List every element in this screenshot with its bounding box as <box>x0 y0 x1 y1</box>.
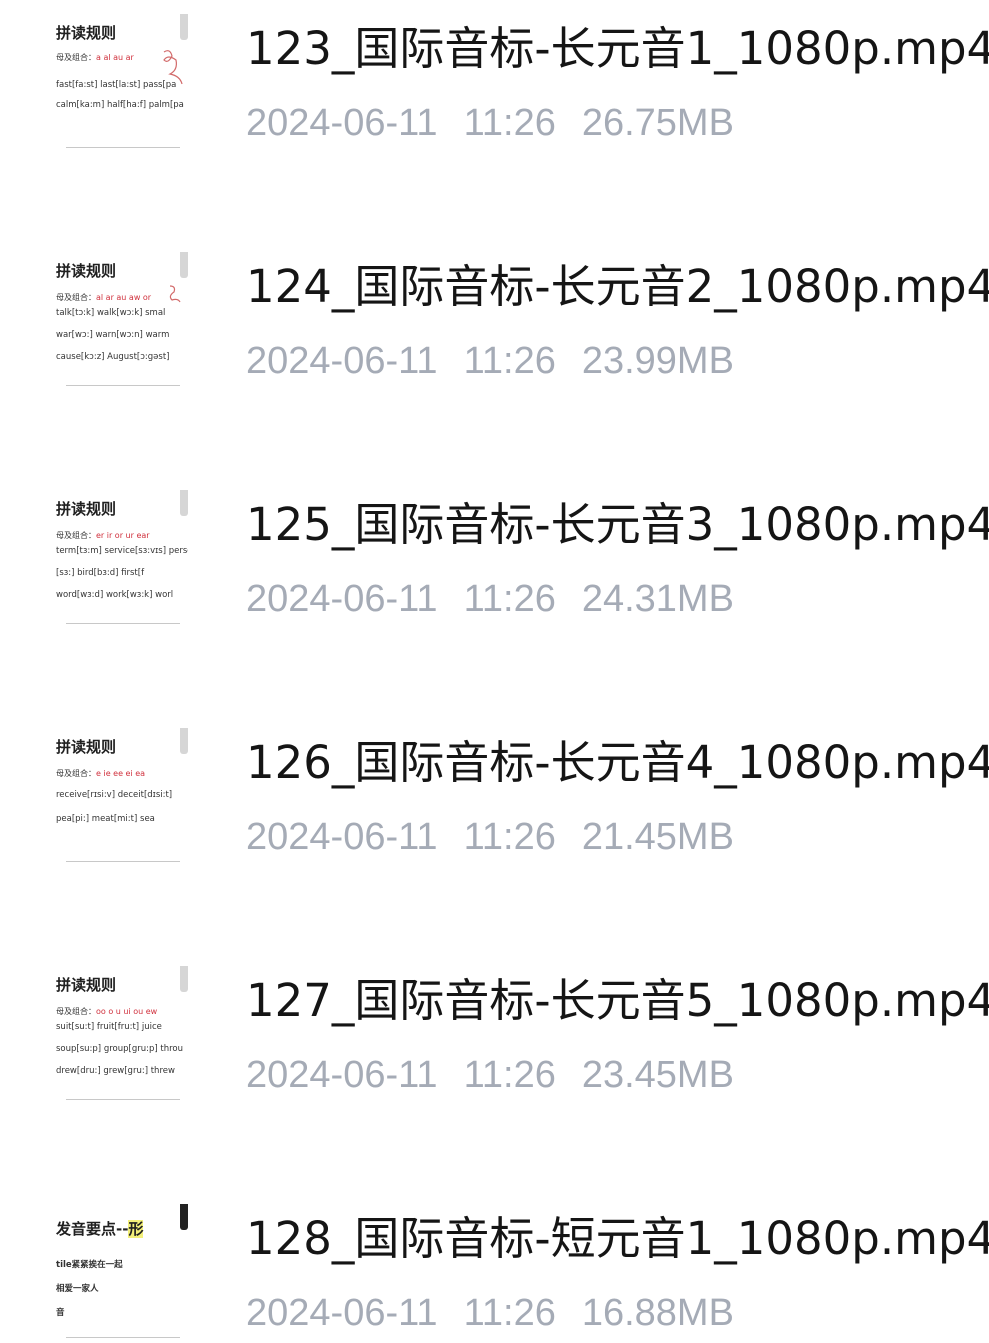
thumbnail-subtitle: 母及组合：oo o u ui ou ew <box>56 1007 158 1016</box>
thumbnail-heading: 拼读规则 <box>56 262 117 280</box>
thumbnail-heading: 拼读规则 <box>56 500 117 518</box>
video-thumbnail[interactable]: 拼读规则 母及组合：er ir or ur ear term[tɜ:m] ser… <box>48 490 188 630</box>
thumbnail-text-line: talk[tɔ:k] walk[wɔ:k] smal <box>56 308 166 318</box>
thumbnail-divider <box>66 1337 180 1338</box>
video-thumbnail[interactable]: 拼读规则 母及组合：e ie ee ei ea receive[rɪsi:v] … <box>48 728 188 868</box>
file-date: 2024-06-11 <box>246 1292 438 1334</box>
thumbnail-heading: 拼读规则 <box>56 24 117 42</box>
file-date: 2024-06-11 <box>246 340 438 382</box>
file-date: 2024-06-11 <box>246 102 438 144</box>
file-name: 126_国际音标-长元音4_1080p.mp4 <box>246 736 989 789</box>
page-tab-decoration <box>180 252 188 278</box>
video-thumbnail[interactable]: 拼读规则 母及组合：oo o u ui ou ew suit[su:t] fru… <box>48 966 188 1106</box>
file-item[interactable]: 拼读规则 母及组合：oo o u ui ou ew suit[su:t] fru… <box>0 952 989 1152</box>
thumbnail-text-line: 音 <box>56 1308 65 1318</box>
handwriting-scribble-icon <box>169 285 181 303</box>
thumbnail-heading: 拼读规则 <box>56 976 117 994</box>
file-time: 11:26 <box>463 1292 556 1334</box>
thumbnail-text-line: [sɜ:] bird[bɜ:d] first[f <box>56 568 145 578</box>
thumbnail-subtitle: 母及组合：er ir or ur ear <box>56 531 150 540</box>
thumbnail-text-line: receive[rɪsi:v] deceit[dɪsi:t] <box>56 790 173 800</box>
thumbnail-divider <box>66 385 180 386</box>
file-time: 11:26 <box>463 578 556 620</box>
file-date: 2024-06-11 <box>246 578 438 620</box>
file-meta: 2024-06-11 11:26 23.99MB <box>246 338 734 384</box>
file-meta: 2024-06-11 11:26 16.88MB <box>246 1290 734 1336</box>
file-meta: 2024-06-11 11:26 24.31MB <box>246 576 734 622</box>
file-item[interactable]: 拼读规则 母及组合：er ir or ur ear term[tɜ:m] ser… <box>0 476 989 676</box>
file-name: 123_国际音标-长元音1_1080p.mp4 <box>246 22 989 75</box>
file-time: 11:26 <box>463 816 556 858</box>
file-size: 16.88MB <box>581 1292 734 1334</box>
file-size: 23.45MB <box>581 1054 734 1096</box>
file-item[interactable]: 拼读规则 母及组合：al ar au aw or talk[tɔ:k] walk… <box>0 238 989 438</box>
thumbnail-divider <box>66 623 180 624</box>
file-name: 124_国际音标-长元音2_1080p.mp4 <box>246 260 989 313</box>
thumbnail-text-line: 相爱一家人 <box>56 1284 99 1294</box>
thumbnail-text-line: soup[su:p] group[gru:p] throu <box>56 1044 183 1054</box>
file-time: 11:26 <box>463 1054 556 1096</box>
video-thumbnail[interactable]: 拼读规则 母及组合：a al au ar fast[fa:st] last[la… <box>48 14 188 154</box>
page-tab-decoration <box>180 490 188 516</box>
file-name: 127_国际音标-长元音5_1080p.mp4 <box>246 974 989 1027</box>
thumbnail-text-line: cause[kɔ:z] August[ɔ:gəst] <box>56 352 170 362</box>
file-size: 23.99MB <box>581 340 734 382</box>
thumbnail-heading: 发音要点--形 <box>56 1220 144 1238</box>
thumbnail-divider <box>66 147 180 148</box>
thumbnail-text-line: tile紧紧挨在一起 <box>56 1260 123 1270</box>
file-meta: 2024-06-11 11:26 21.45MB <box>246 814 734 860</box>
thumbnail-subtitle: 母及组合：a al au ar <box>56 53 134 62</box>
thumbnail-text-line: pea[pi:] meat[mi:t] sea <box>56 814 155 824</box>
file-item[interactable]: 发音要点--形 tile紧紧挨在一起 相爱一家人 音 128_国际音标-短元音1… <box>0 1190 989 1343</box>
file-item[interactable]: 拼读规则 母及组合：e ie ee ei ea receive[rɪsi:v] … <box>0 714 989 914</box>
file-date: 2024-06-11 <box>246 1054 438 1096</box>
page-tab-decoration <box>180 14 188 40</box>
file-meta: 2024-06-11 11:26 23.45MB <box>246 1052 734 1098</box>
file-item[interactable]: 拼读规则 母及组合：a al au ar fast[fa:st] last[la… <box>0 0 989 200</box>
file-date: 2024-06-11 <box>246 816 438 858</box>
file-time: 11:26 <box>463 340 556 382</box>
file-time: 11:26 <box>463 102 556 144</box>
thumbnail-text-line: term[tɜ:m] service[sɜ:vɪs] perso <box>56 546 188 556</box>
thumbnail-subtitle: 母及组合：e ie ee ei ea <box>56 769 146 778</box>
file-list: 拼读规则 母及组合：a al au ar fast[fa:st] last[la… <box>0 0 989 1343</box>
thumbnail-divider <box>66 861 180 862</box>
page-tab-decoration <box>180 728 188 754</box>
thumbnail-text-line: calm[ka:m] half[ha:f] palm[pa <box>56 100 184 110</box>
file-meta: 2024-06-11 11:26 26.75MB <box>246 100 734 146</box>
file-name: 128_国际音标-短元音1_1080p.mp4 <box>246 1212 989 1265</box>
thumbnail-subtitle: 母及组合：al ar au aw or <box>56 293 152 302</box>
page-tab-decoration <box>180 966 188 992</box>
file-name: 125_国际音标-长元音3_1080p.mp4 <box>246 498 989 551</box>
handwriting-scribble-icon <box>163 50 183 85</box>
page-tab-decoration <box>180 1204 188 1230</box>
thumbnail-text-line: drew[dru:] grew[gru:] threw <box>56 1066 175 1076</box>
file-size: 21.45MB <box>581 816 734 858</box>
video-thumbnail[interactable]: 拼读规则 母及组合：al ar au aw or talk[tɔ:k] walk… <box>48 252 188 392</box>
thumbnail-text-line: word[wɜ:d] work[wɜ:k] worl <box>56 590 174 600</box>
file-size: 24.31MB <box>581 578 734 620</box>
video-thumbnail[interactable]: 发音要点--形 tile紧紧挨在一起 相爱一家人 音 <box>48 1204 188 1343</box>
thumbnail-heading: 拼读规则 <box>56 738 117 756</box>
thumbnail-divider <box>66 1099 180 1100</box>
thumbnail-text-line: suit[su:t] fruit[fru:t] juice <box>56 1022 162 1032</box>
thumbnail-text-line: war[wɔ:] warn[wɔ:n] warm <box>56 330 170 340</box>
file-size: 26.75MB <box>581 102 734 144</box>
